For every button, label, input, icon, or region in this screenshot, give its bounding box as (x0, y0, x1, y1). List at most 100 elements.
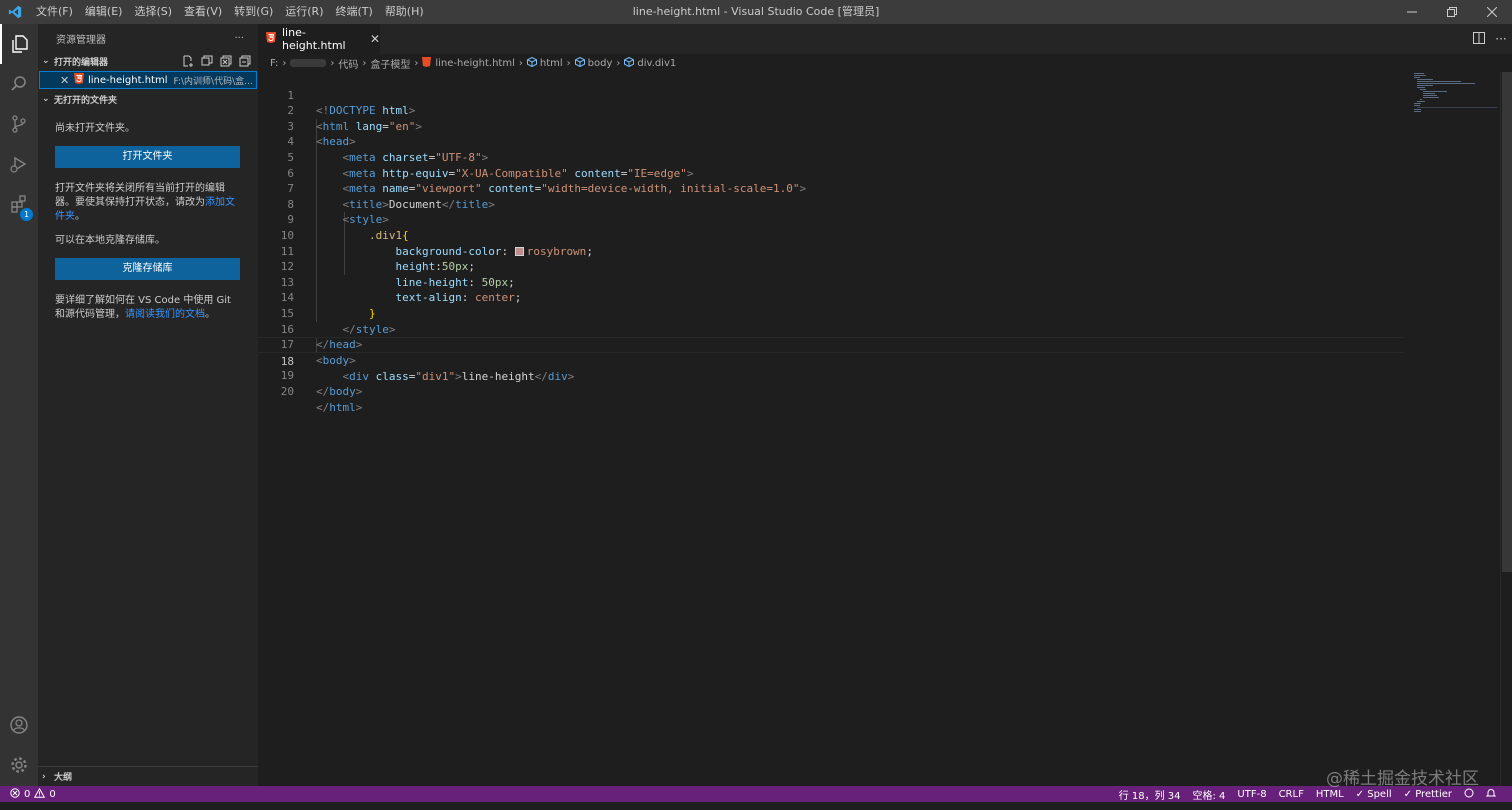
error-icon (10, 787, 20, 801)
code-line: 20 </html> (258, 368, 1404, 414)
encoding[interactable]: UTF-8 (1237, 789, 1266, 800)
chevron-right-icon: › (330, 57, 335, 69)
html-file-icon (74, 73, 88, 87)
breadcrumb-folder-code[interactable]: 代码 (338, 56, 358, 71)
more-actions-icon[interactable]: ··· (1490, 32, 1512, 46)
minimap-line (1420, 99, 1422, 100)
watermark: @稀土掘金技术社区 (1326, 769, 1479, 789)
prettier-label: Prettier (1415, 788, 1452, 800)
sidebar-title: 资源管理器 (56, 34, 106, 46)
code-line: 2 <html lang="en"> (258, 88, 1404, 133)
code-line: 19 </body> (258, 353, 1404, 398)
outline-section-header[interactable]: › 大纲 (38, 766, 258, 786)
indentation[interactable]: 空格: 4 (1193, 787, 1226, 802)
code-editor[interactable]: 1 <!DOCTYPE html> 2 <html lang="en"> 3 <… (258, 72, 1500, 786)
feedback-icon[interactable] (1464, 788, 1474, 801)
menu-edit[interactable]: 编辑(E) (79, 0, 129, 24)
tab-line-height-html[interactable]: line-height.html ✕ (258, 24, 380, 54)
explorer-sidebar: 资源管理器 ··· ⌄ 打开的编辑器 ✕ line-height.html F:… (38, 24, 258, 786)
menu-go[interactable]: 转到(G) (228, 0, 279, 24)
code-line: 7 <title>Document</title> (258, 166, 1404, 211)
restore-icon[interactable] (1432, 0, 1472, 24)
open-editors-section-header[interactable]: ⌄ 打开的编辑器 (38, 52, 258, 70)
chevron-right-icon: › (362, 57, 367, 69)
open-editor-item[interactable]: ✕ line-height.html F:\内训师\代码\盒... (39, 71, 257, 89)
notifications-bell-icon[interactable] (1485, 788, 1497, 801)
close-editor-icon[interactable]: ✕ (60, 74, 74, 87)
menu-view[interactable]: 查看(V) (178, 0, 228, 24)
close-all-icon[interactable] (218, 54, 233, 68)
minimap-line (1414, 105, 1420, 106)
minimap-line (1414, 111, 1421, 112)
editor-scrollbar[interactable] (1500, 72, 1512, 786)
menu-run[interactable]: 运行(R) (279, 0, 329, 24)
menu-bar: 文件(F) 编辑(E) 选择(S) 查看(V) 转到(G) 运行(R) 终端(T… (30, 0, 430, 24)
close-window-icon[interactable] (1472, 0, 1512, 24)
no-folder-content: 尚未打开文件夹。 打开文件夹 打开文件夹将关闭所有当前打开的编辑器。要使其保持打… (38, 108, 258, 322)
open-folder-button[interactable]: 打开文件夹 (55, 146, 240, 168)
menu-file[interactable]: 文件(F) (30, 0, 79, 24)
breadcrumb: F: › › 代码 › 盒子模型 › line-height.html › ht… (258, 54, 1512, 72)
menu-terminal[interactable]: 终端(T) (330, 0, 379, 24)
minimap-line (1417, 107, 1497, 108)
explorer-icon[interactable] (0, 24, 38, 64)
minimap[interactable] (1412, 72, 1500, 112)
cursor-position[interactable]: 行 18，列 34 (1119, 787, 1181, 802)
split-editor-icon[interactable] (1468, 31, 1490, 47)
code-token: </ (316, 384, 330, 398)
warning-icon (34, 787, 46, 801)
save-all-icon[interactable] (199, 54, 214, 68)
code-token: > (355, 400, 363, 414)
more-actions-icon[interactable]: ··· (234, 33, 244, 44)
chevron-right-icon: › (616, 57, 621, 69)
minimap-line (1423, 91, 1447, 92)
accounts-icon[interactable] (0, 705, 38, 745)
minimap-line (1417, 83, 1475, 84)
no-folder-label: 无打开的文件夹 (54, 95, 118, 106)
breadcrumb-folder-box-model[interactable]: 盒子模型 (370, 56, 410, 71)
clone-repository-button[interactable]: 克隆存储库 (55, 258, 240, 280)
menu-selection[interactable]: 选择(S) (128, 0, 178, 24)
code-line: 15 </style> (258, 290, 1404, 336)
no-folder-section-header[interactable]: ⌄ 无打开的文件夹 (38, 90, 258, 108)
extensions-icon[interactable]: 1 (0, 184, 38, 224)
minimap-line (1417, 101, 1425, 102)
search-icon[interactable] (0, 64, 38, 104)
open-editor-path: F:\内训师\代码\盒... (173, 76, 253, 87)
scrollbar-thumb[interactable] (1502, 72, 1512, 572)
activity-bar: 1 (0, 24, 38, 786)
spell-status[interactable]: ✓ Spell (1356, 789, 1392, 800)
code-line: 4 <meta charset="UTF-8"> (258, 119, 1404, 164)
code-token: body (329, 384, 356, 398)
breadcrumb-drive[interactable]: F: (270, 58, 278, 69)
code-line: 12 line-height: 50px; (258, 244, 1404, 289)
end-of-line[interactable]: CRLF (1279, 789, 1304, 800)
editor-tab-bar: line-height.html ✕ ··· (258, 24, 1512, 54)
status-problems[interactable]: 0 0 (0, 787, 56, 801)
minimap-line (1423, 93, 1435, 94)
language-mode[interactable]: HTML (1316, 789, 1344, 800)
prettier-status[interactable]: ✓ Prettier (1404, 789, 1452, 800)
learn-git-info: 要详细了解如何在 VS Code 中使用 Git 和源代码管理，请阅读我们的文档… (55, 294, 241, 322)
minimize-icon[interactable] (1392, 0, 1432, 24)
new-file-icon[interactable] (180, 54, 195, 68)
close-tab-icon[interactable]: ✕ (370, 32, 380, 46)
breadcrumb-el-html[interactable]: html (540, 58, 563, 69)
source-control-icon[interactable] (0, 104, 38, 144)
read-docs-link[interactable]: 请阅读我们的文档 (125, 309, 205, 320)
minimap-line (1414, 103, 1421, 104)
html-file-icon (422, 56, 432, 70)
breadcrumb-el-body[interactable]: body (588, 58, 613, 69)
menu-help[interactable]: 帮助(H) (379, 0, 430, 24)
settings-gear-icon[interactable] (0, 745, 38, 785)
breadcrumb-file[interactable]: line-height.html (435, 58, 515, 69)
minimap-line (1417, 85, 1433, 86)
breadcrumb-el-div[interactable]: div.div1 (637, 58, 676, 69)
collapse-all-icon[interactable] (237, 54, 252, 68)
run-debug-icon[interactable] (0, 144, 38, 184)
spell-label: Spell (1367, 788, 1392, 800)
double-check-icon: ✓ (1403, 788, 1416, 800)
warning-count: 0 (49, 788, 56, 800)
open-editors-label: 打开的编辑器 (54, 57, 109, 68)
element-cube-icon (526, 56, 537, 70)
